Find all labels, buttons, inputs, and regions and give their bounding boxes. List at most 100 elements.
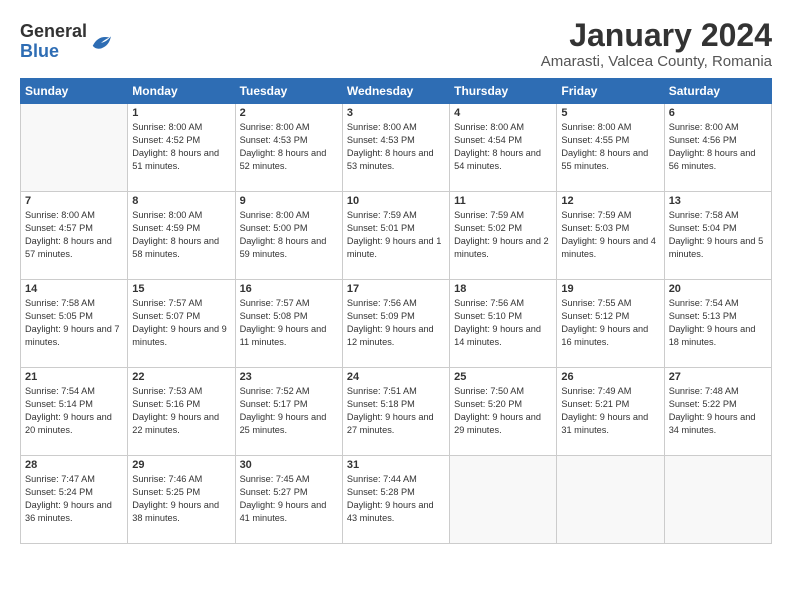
day-number: 19 bbox=[561, 283, 659, 295]
logo: General Blue bbox=[20, 22, 112, 62]
day-info: Sunrise: 7:58 AMSunset: 5:04 PMDaylight:… bbox=[669, 209, 767, 261]
header: General Blue January 2024 Amarasti, Valc… bbox=[20, 18, 772, 70]
day-info: Sunrise: 8:00 AMSunset: 4:53 PMDaylight:… bbox=[347, 121, 445, 173]
day-number: 20 bbox=[669, 283, 767, 295]
day-number: 11 bbox=[454, 195, 552, 207]
weekday-header-saturday: Saturday bbox=[664, 79, 771, 104]
week-row-1: 1 Sunrise: 8:00 AMSunset: 4:52 PMDaylight… bbox=[21, 104, 772, 192]
title-block: January 2024 Amarasti, Valcea County, Ro… bbox=[541, 18, 772, 70]
day-number: 12 bbox=[561, 195, 659, 207]
day-number: 8 bbox=[132, 195, 230, 207]
calendar-cell: 20 Sunrise: 7:54 AMSunset: 5:13 PMDayligh… bbox=[664, 280, 771, 368]
day-info: Sunrise: 7:54 AMSunset: 5:13 PMDaylight:… bbox=[669, 297, 767, 349]
day-number: 18 bbox=[454, 283, 552, 295]
day-number: 28 bbox=[25, 459, 123, 471]
calendar-cell: 30Sunrise: 7:45 AMSunset: 5:27 PMDayligh… bbox=[235, 456, 342, 544]
day-info: Sunrise: 7:56 AMSunset: 5:10 PMDaylight:… bbox=[454, 297, 552, 349]
logo-general-text: General bbox=[20, 22, 87, 42]
day-number: 23 bbox=[240, 371, 338, 383]
calendar-cell: 26 Sunrise: 7:49 AMSunset: 5:21 PMDayligh… bbox=[557, 368, 664, 456]
day-info: Sunrise: 7:45 AMSunset: 5:27 PMDaylight:… bbox=[240, 473, 338, 525]
day-info: Sunrise: 7:52 AMSunset: 5:17 PMDaylight:… bbox=[240, 385, 338, 437]
day-number: 4 bbox=[454, 107, 552, 119]
calendar-cell: 10 Sunrise: 7:59 AMSunset: 5:01 PMDayligh… bbox=[342, 192, 449, 280]
day-number: 29 bbox=[132, 459, 230, 471]
day-number: 27 bbox=[669, 371, 767, 383]
weekday-header-monday: Monday bbox=[128, 79, 235, 104]
calendar-cell: 2 Sunrise: 8:00 AMSunset: 4:53 PMDaylight… bbox=[235, 104, 342, 192]
calendar-cell bbox=[21, 104, 128, 192]
day-info: Sunrise: 7:59 AMSunset: 5:01 PMDaylight:… bbox=[347, 209, 445, 261]
day-info: Sunrise: 7:59 AMSunset: 5:02 PMDaylight:… bbox=[454, 209, 552, 261]
weekday-header-row: SundayMondayTuesdayWednesdayThursdayFrid… bbox=[21, 79, 772, 104]
day-info: Sunrise: 7:46 AMSunset: 5:25 PMDaylight:… bbox=[132, 473, 230, 525]
calendar-cell: 4Sunrise: 8:00 AMSunset: 4:54 PMDaylight… bbox=[450, 104, 557, 192]
calendar-cell: 22 Sunrise: 7:53 AMSunset: 5:16 PMDayligh… bbox=[128, 368, 235, 456]
calendar-table: SundayMondayTuesdayWednesdayThursdayFrid… bbox=[20, 78, 772, 544]
day-number: 2 bbox=[240, 107, 338, 119]
calendar-cell: 19 Sunrise: 7:55 AMSunset: 5:12 PMDayligh… bbox=[557, 280, 664, 368]
calendar-cell: 18 Sunrise: 7:56 AMSunset: 5:10 PMDayligh… bbox=[450, 280, 557, 368]
day-info: Sunrise: 8:00 AMSunset: 4:57 PMDaylight:… bbox=[25, 209, 123, 261]
calendar-cell: 12 Sunrise: 7:59 AMSunset: 5:03 PMDayligh… bbox=[557, 192, 664, 280]
calendar-cell bbox=[450, 456, 557, 544]
weekday-header-tuesday: Tuesday bbox=[235, 79, 342, 104]
day-info: Sunrise: 8:00 AMSunset: 4:55 PMDaylight:… bbox=[561, 121, 659, 173]
day-info: Sunrise: 7:49 AMSunset: 5:21 PMDaylight:… bbox=[561, 385, 659, 437]
day-number: 5 bbox=[561, 107, 659, 119]
calendar-cell bbox=[557, 456, 664, 544]
day-number: 21 bbox=[25, 371, 123, 383]
calendar-cell: 5 Sunrise: 8:00 AMSunset: 4:55 PMDaylight… bbox=[557, 104, 664, 192]
day-number: 9 bbox=[240, 195, 338, 207]
calendar-cell: 21 Sunrise: 7:54 AMSunset: 5:14 PMDayligh… bbox=[21, 368, 128, 456]
day-number: 13 bbox=[669, 195, 767, 207]
day-info: Sunrise: 7:48 AMSunset: 5:22 PMDaylight:… bbox=[669, 385, 767, 437]
day-info: Sunrise: 7:54 AMSunset: 5:14 PMDaylight:… bbox=[25, 385, 123, 437]
calendar-cell: 24Sunrise: 7:51 AMSunset: 5:18 PMDayligh… bbox=[342, 368, 449, 456]
logo-bird-icon bbox=[90, 32, 112, 54]
day-info: Sunrise: 8:00 AMSunset: 4:56 PMDaylight:… bbox=[669, 121, 767, 173]
day-number: 25 bbox=[454, 371, 552, 383]
calendar-cell: 23 Sunrise: 7:52 AMSunset: 5:17 PMDayligh… bbox=[235, 368, 342, 456]
subtitle: Amarasti, Valcea County, Romania bbox=[541, 53, 772, 70]
weekday-header-thursday: Thursday bbox=[450, 79, 557, 104]
day-info: Sunrise: 7:56 AMSunset: 5:09 PMDaylight:… bbox=[347, 297, 445, 349]
day-info: Sunrise: 7:55 AMSunset: 5:12 PMDaylight:… bbox=[561, 297, 659, 349]
calendar-cell bbox=[664, 456, 771, 544]
calendar-cell: 1 Sunrise: 8:00 AMSunset: 4:52 PMDaylight… bbox=[128, 104, 235, 192]
day-info: Sunrise: 7:51 AMSunset: 5:18 PMDaylight:… bbox=[347, 385, 445, 437]
calendar-cell: 25Sunrise: 7:50 AMSunset: 5:20 PMDayligh… bbox=[450, 368, 557, 456]
calendar-cell: 13 Sunrise: 7:58 AMSunset: 5:04 PMDayligh… bbox=[664, 192, 771, 280]
day-number: 15 bbox=[132, 283, 230, 295]
calendar-cell: 7 Sunrise: 8:00 AMSunset: 4:57 PMDaylight… bbox=[21, 192, 128, 280]
page: General Blue January 2024 Amarasti, Valc… bbox=[0, 0, 792, 612]
calendar-cell: 29 Sunrise: 7:46 AMSunset: 5:25 PMDayligh… bbox=[128, 456, 235, 544]
calendar-cell: 15 Sunrise: 7:57 AMSunset: 5:07 PMDayligh… bbox=[128, 280, 235, 368]
day-info: Sunrise: 7:59 AMSunset: 5:03 PMDaylight:… bbox=[561, 209, 659, 261]
day-info: Sunrise: 8:00 AMSunset: 4:53 PMDaylight:… bbox=[240, 121, 338, 173]
day-info: Sunrise: 8:00 AMSunset: 4:52 PMDaylight:… bbox=[132, 121, 230, 173]
day-info: Sunrise: 7:53 AMSunset: 5:16 PMDaylight:… bbox=[132, 385, 230, 437]
calendar-cell: 17Sunrise: 7:56 AMSunset: 5:09 PMDayligh… bbox=[342, 280, 449, 368]
day-number: 22 bbox=[132, 371, 230, 383]
calendar-cell: 14Sunrise: 7:58 AMSunset: 5:05 PMDayligh… bbox=[21, 280, 128, 368]
day-number: 26 bbox=[561, 371, 659, 383]
day-number: 6 bbox=[669, 107, 767, 119]
calendar-cell: 9Sunrise: 8:00 AMSunset: 5:00 PMDaylight… bbox=[235, 192, 342, 280]
day-number: 10 bbox=[347, 195, 445, 207]
month-title: January 2024 bbox=[541, 18, 772, 53]
day-info: Sunrise: 7:57 AMSunset: 5:08 PMDaylight:… bbox=[240, 297, 338, 349]
calendar-cell: 27 Sunrise: 7:48 AMSunset: 5:22 PMDayligh… bbox=[664, 368, 771, 456]
week-row-4: 21 Sunrise: 7:54 AMSunset: 5:14 PMDayligh… bbox=[21, 368, 772, 456]
day-number: 1 bbox=[132, 107, 230, 119]
calendar-cell: 31Sunrise: 7:44 AMSunset: 5:28 PMDayligh… bbox=[342, 456, 449, 544]
day-number: 7 bbox=[25, 195, 123, 207]
calendar-cell: 28Sunrise: 7:47 AMSunset: 5:24 PMDayligh… bbox=[21, 456, 128, 544]
day-info: Sunrise: 8:00 AMSunset: 4:59 PMDaylight:… bbox=[132, 209, 230, 261]
calendar-cell: 6 Sunrise: 8:00 AMSunset: 4:56 PMDaylight… bbox=[664, 104, 771, 192]
day-number: 16 bbox=[240, 283, 338, 295]
day-info: Sunrise: 7:58 AMSunset: 5:05 PMDaylight:… bbox=[25, 297, 123, 349]
calendar-cell: 8 Sunrise: 8:00 AMSunset: 4:59 PMDaylight… bbox=[128, 192, 235, 280]
day-info: Sunrise: 7:57 AMSunset: 5:07 PMDaylight:… bbox=[132, 297, 230, 349]
weekday-header-friday: Friday bbox=[557, 79, 664, 104]
